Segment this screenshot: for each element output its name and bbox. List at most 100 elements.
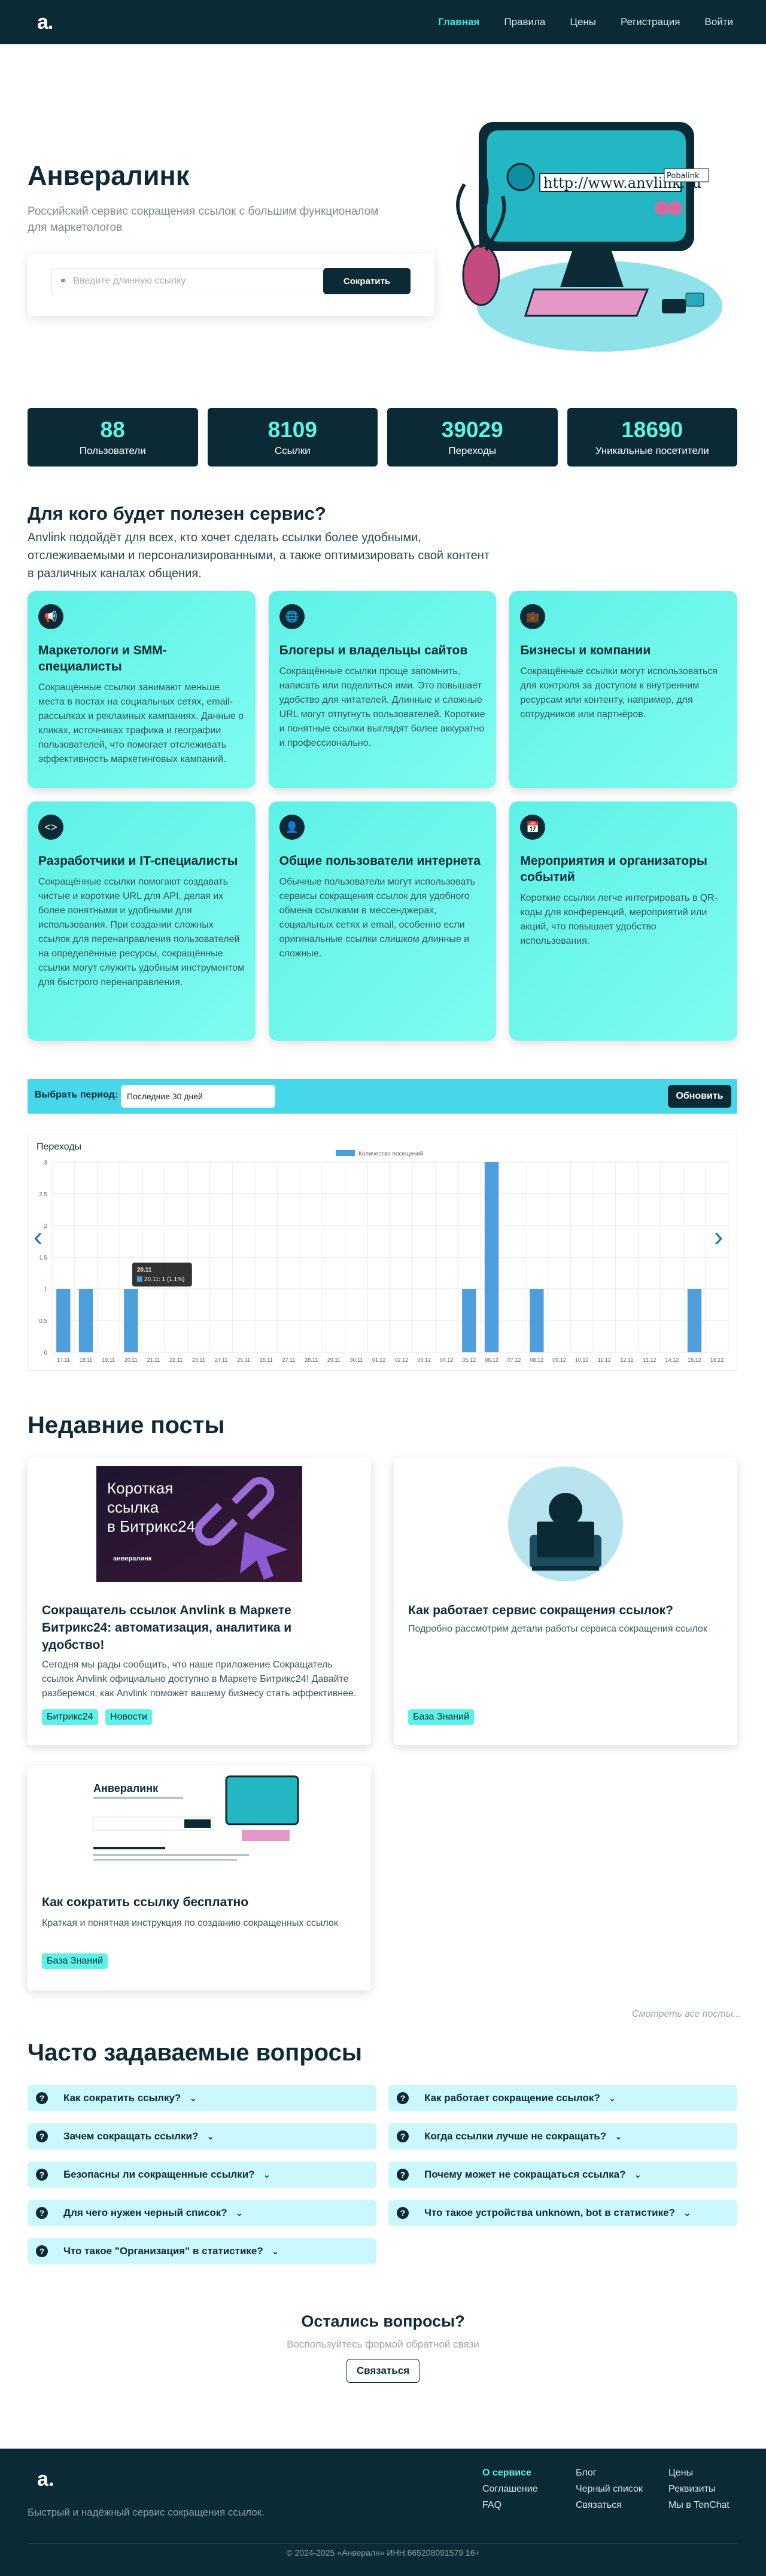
x-tick-label: 14.12: [665, 1357, 679, 1363]
contact-button[interactable]: Связаться: [346, 2359, 420, 2383]
chevron-down-icon: ⌄: [235, 2208, 244, 2218]
all-posts-link[interactable]: Смотреть все посты...: [632, 2009, 741, 2020]
chart-bar: [78, 1289, 93, 1352]
faq-item[interactable]: ? Что такое "Организация" в статистике? …: [28, 2238, 376, 2264]
x-tick-label: 28.11: [305, 1357, 318, 1363]
chart-bar: [484, 1162, 499, 1352]
x-tick-label: 25.11: [237, 1357, 250, 1363]
faq-question: Для чего нужен черный список?: [63, 2207, 227, 2218]
shorten-button[interactable]: Сократить: [323, 268, 411, 294]
post-tags: Битрикс24 Новости: [42, 1709, 157, 1725]
post-title[interactable]: Как сократить ссылку бесплатно: [42, 1894, 357, 1911]
faq-item[interactable]: ? Как сократить ссылку? ⌄: [28, 2085, 376, 2111]
chart-next-arrow[interactable]: ›: [714, 1220, 723, 1252]
x-tick-label: 07.12: [507, 1357, 521, 1363]
chart-bar: [530, 1289, 544, 1352]
card-title: Общие пользователи интернета: [279, 854, 481, 868]
chart-tooltip-title: 20.11: [137, 1267, 152, 1273]
card-text: Сокращённые ссылки помогают создавать чи…: [38, 877, 245, 987]
audience-card: <> Разработчики и IT-специалисты Сокращё…: [28, 801, 256, 1041]
x-tick-label: 06.12: [485, 1357, 498, 1363]
nav-link-home[interactable]: Главная: [438, 16, 479, 28]
x-tick-label: 15.12: [688, 1357, 701, 1363]
post-tag[interactable]: Битрикс24: [42, 1709, 98, 1725]
legend-swatch: [336, 1150, 355, 1156]
user-icon: 👤: [279, 815, 305, 840]
footer-description: Быстрый и надёжный сервис сокращения ссы…: [28, 2507, 265, 2518]
audience-card: 💼 Бизнесы и компании Сокращённые ссылки …: [509, 591, 737, 788]
x-tick-label: 02.12: [395, 1357, 409, 1363]
footer-link-blacklist[interactable]: Черный список: [576, 2484, 643, 2495]
footer-link-agreement[interactable]: Соглашение: [482, 2484, 538, 2495]
faq-item[interactable]: ? Безопасны ли сокращенные ссылки? ⌄: [28, 2162, 376, 2188]
post-tag[interactable]: База Знаний: [42, 1953, 108, 1969]
post-tag[interactable]: База Знаний: [408, 1709, 475, 1725]
footer-link-contact[interactable]: Связаться: [576, 2500, 643, 2511]
chevron-down-icon: ⌄: [615, 2132, 622, 2142]
x-tick-label: 30.11: [350, 1357, 363, 1363]
post-card[interactable]: Короткая ссылка в Битрикс24 анвералинк С…: [28, 1458, 371, 1745]
audience-card: 📢 Маркетологи и SMM-специалисты Сокращён…: [28, 591, 256, 788]
post-title[interactable]: Как работает сервис сокращения ссылок?: [408, 1602, 723, 1619]
footer-link-faq[interactable]: FAQ: [482, 2500, 538, 2511]
footer-link-blog[interactable]: Блог: [576, 2468, 643, 2479]
faq-question: Что такое устройства unknown, bot в стат…: [424, 2207, 675, 2218]
post-tag[interactable]: Новости: [105, 1709, 152, 1725]
hero-title: Анвералинк: [28, 160, 190, 191]
calendar-icon: 📅: [520, 815, 546, 840]
post-cover-screenshot: Анвералинк: [89, 1770, 310, 1878]
footer-logo[interactable]: a.: [37, 2468, 54, 2491]
x-tick-label: 17.11: [57, 1357, 70, 1363]
post-title[interactable]: Сокращатель ссылок Anvlink в Маркете Бит…: [42, 1602, 357, 1654]
megaphone-icon: 📢: [38, 604, 63, 629]
chart-prev-arrow[interactable]: ‹: [34, 1220, 42, 1252]
long-url-input[interactable]: ⚭ Введите длинную ссылку: [51, 268, 340, 294]
footer-link-requisites[interactable]: Реквизиты: [668, 2484, 729, 2495]
x-tick-label: 26.11: [260, 1357, 273, 1363]
y-tick-label: 2: [44, 1223, 47, 1230]
card-text: Обычные пользователи могут использовать …: [279, 877, 475, 959]
post-tags: База Знаний: [42, 1953, 113, 1969]
card-title: Мероприятия и организаторы событий: [520, 854, 707, 884]
faq-item[interactable]: ? Как работает сокращение ссылок? ⌄: [388, 2085, 737, 2111]
faq-item[interactable]: ? Для чего нужен черный список? ⌄: [28, 2200, 376, 2226]
refresh-button[interactable]: Обновить: [668, 1085, 731, 1108]
post-cover-title: Анвералинк: [93, 1782, 159, 1794]
chart-bar: [56, 1289, 71, 1352]
x-tick-label: 11.12: [598, 1357, 611, 1363]
stat-users: 88 Пользователи: [28, 408, 198, 467]
card-text: Сокращённые ссылки могут использоваться …: [520, 666, 718, 720]
period-label: Выбрать период:: [35, 1090, 118, 1100]
nav-link-register[interactable]: Регистрация: [621, 16, 680, 28]
nav-link-login[interactable]: Войти: [704, 16, 733, 28]
footer-link-tenchat[interactable]: Мы в TenChat: [668, 2500, 729, 2511]
footer-link-prices[interactable]: Цены: [668, 2468, 729, 2479]
y-tick-label: 0: [44, 1350, 47, 1356]
post-excerpt: Краткая и понятная инструкция по создани…: [42, 1918, 338, 1928]
chevron-down-icon: ⌄: [271, 2246, 279, 2257]
period-select[interactable]: Последние 30 дней: [121, 1085, 275, 1108]
post-tags: База Знаний: [408, 1709, 479, 1725]
chevron-down-icon: ⌄: [189, 2093, 197, 2104]
footer-copyright: © 2024-2025 «Анвералн» ИНН:665208091579 …: [286, 2548, 480, 2557]
stat-value: 8109: [268, 417, 317, 442]
question-icon: ?: [397, 2092, 409, 2104]
faq-item[interactable]: ? Когда ссылки лучше не сокращать? ⌄: [388, 2123, 737, 2150]
question-icon: ?: [36, 2092, 48, 2104]
faq-item[interactable]: ? Зачем сокращать ссылки? ⌄: [28, 2123, 376, 2150]
post-card[interactable]: Как работает сервис сокращения ссылок? П…: [394, 1458, 737, 1745]
post-card[interactable]: Анвералинк Как сократить ссылку бесплатн…: [28, 1766, 371, 1990]
footer-column: Блог Черный список Связаться: [576, 2468, 643, 2511]
nav-link-prices[interactable]: Цены: [570, 16, 596, 28]
site-logo[interactable]: a.: [37, 11, 53, 34]
nav-link-rules[interactable]: Правила: [504, 16, 545, 28]
stat-label: Ссылки: [274, 445, 311, 456]
audience-cards: 📢 Маркетологи и SMM-специалисты Сокращён…: [28, 591, 737, 1041]
faq-item[interactable]: ? Что такое устройства unknown, bot в ст…: [388, 2200, 737, 2226]
svg-text:в Битрикс24: в Битрикс24: [107, 1517, 195, 1535]
faq-item[interactable]: ? Почему может не сокращаться ссылка? ⌄: [388, 2162, 737, 2188]
x-tick-label: 12.12: [620, 1357, 634, 1363]
footer-link-about[interactable]: О сервисе: [482, 2468, 538, 2479]
monitor-tag-text: Pobalink: [667, 172, 700, 181]
nav-links: Главная Правила Цены Регистрация Войти: [414, 16, 733, 28]
